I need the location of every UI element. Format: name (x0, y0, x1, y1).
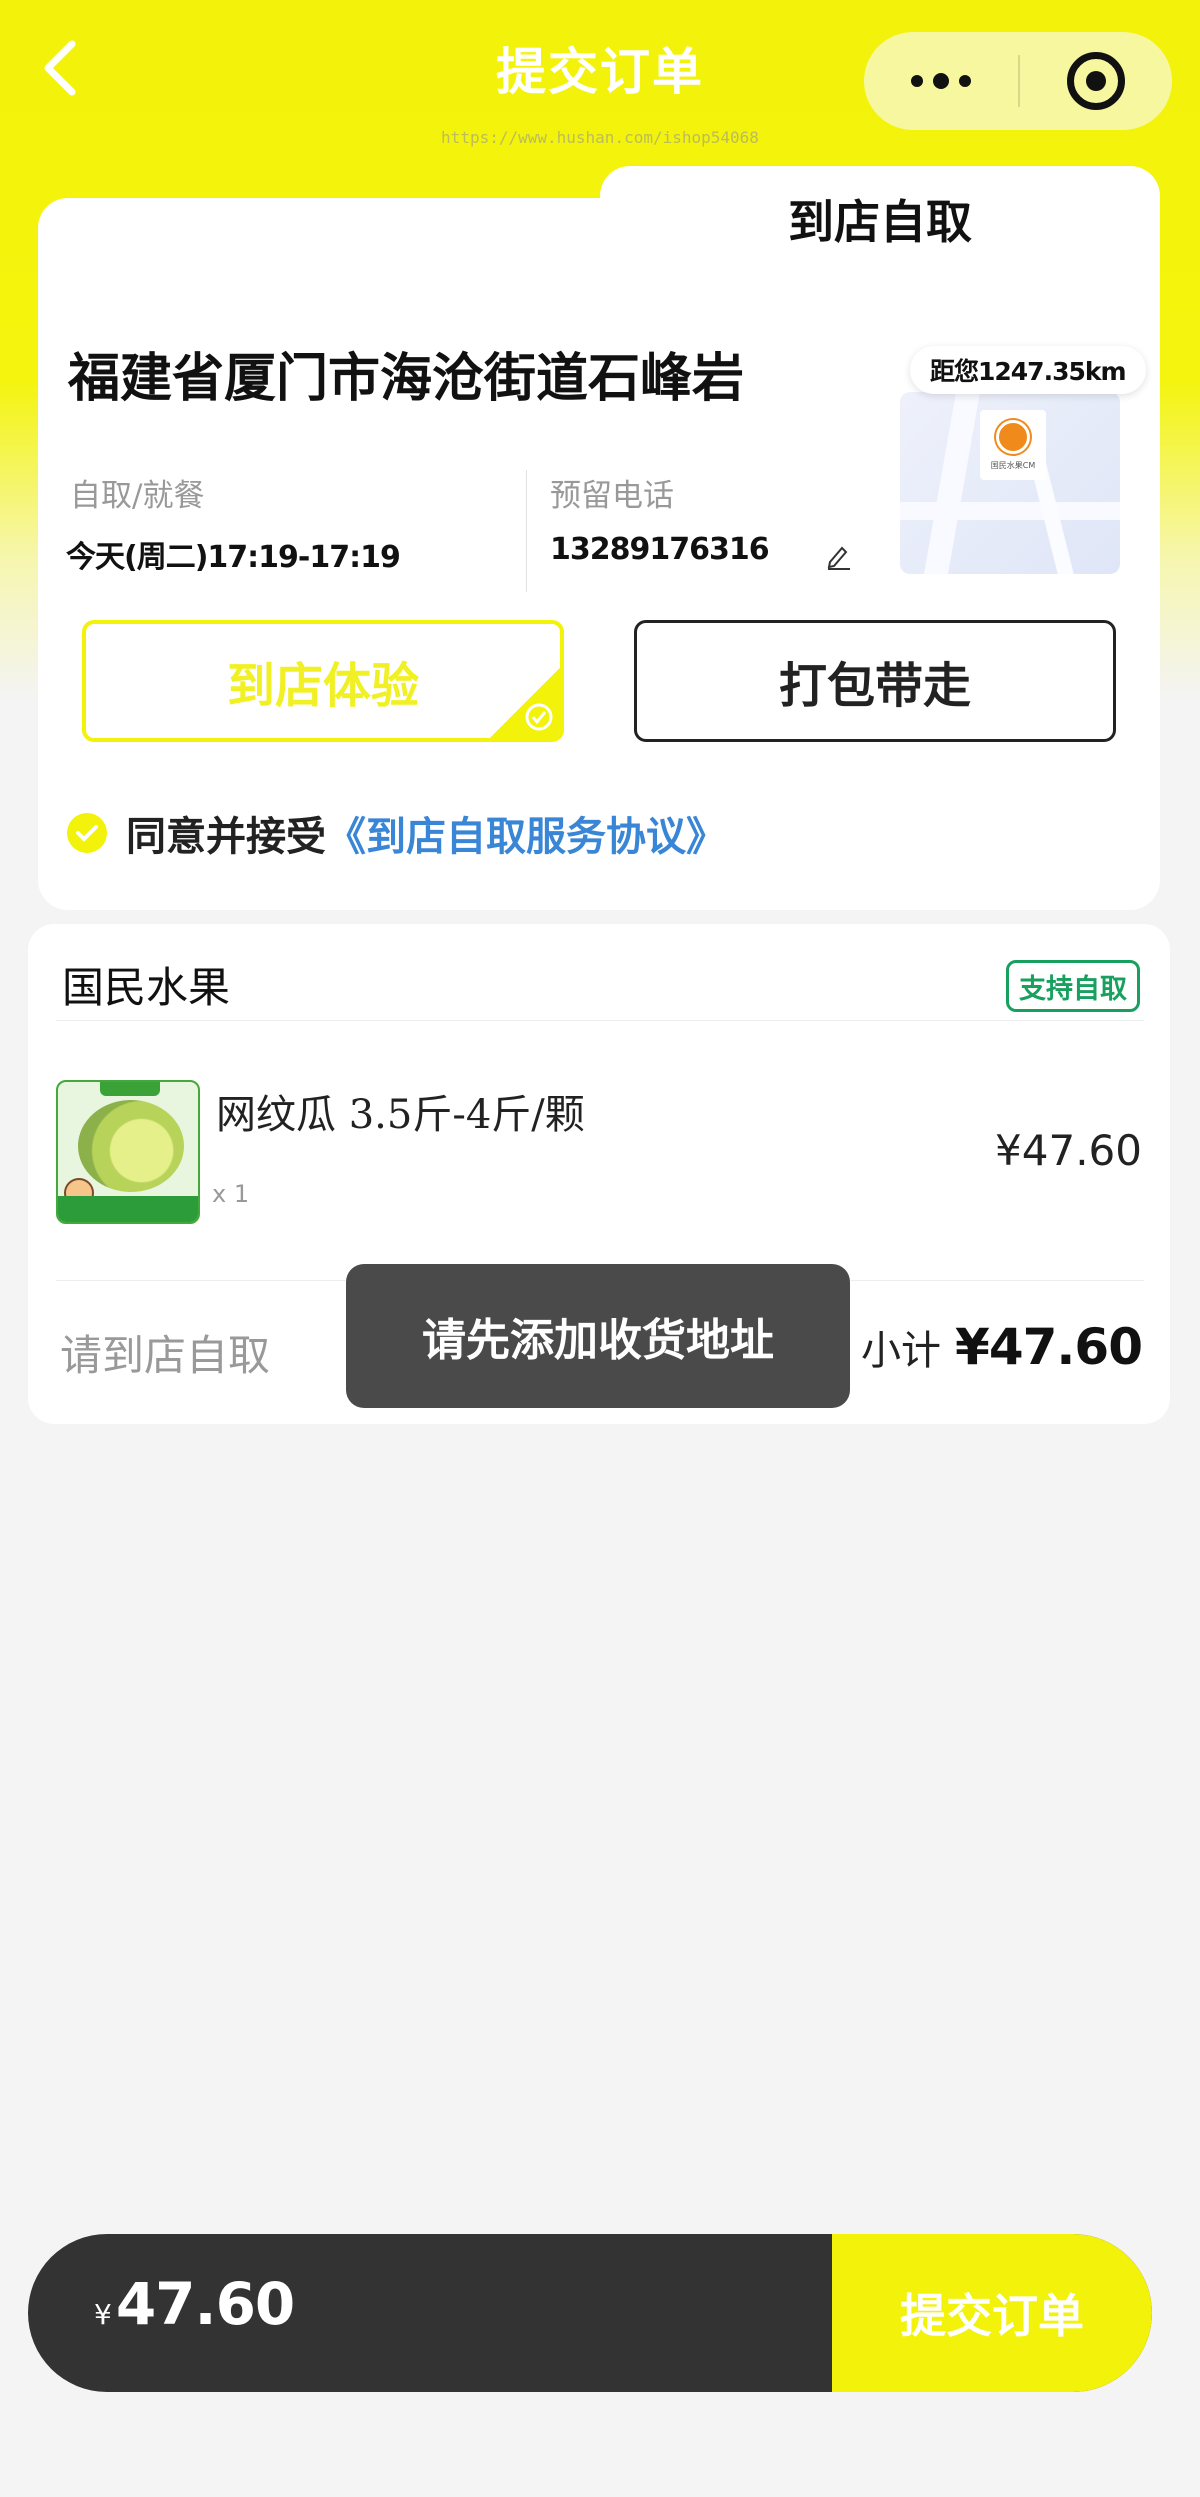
info-divider (526, 470, 527, 592)
store-logo-icon (996, 419, 1030, 454)
option-takeaway[interactable]: 打包带走 (634, 620, 1116, 742)
pickup-time-label: 自取/就餐 (70, 478, 205, 514)
phone-label: 预留电话 (550, 478, 674, 514)
pickup-time-value[interactable]: 今天(周二)17:19-17:19 (66, 532, 401, 576)
subtotal: 小计 ¥47.60 (861, 1318, 1143, 1376)
total-price: ¥ 47.60 (94, 2270, 295, 2338)
product-price: ¥47.60 (995, 1126, 1142, 1175)
phone-value[interactable]: 13289176316 (550, 532, 770, 567)
more-dots-icon[interactable] (864, 73, 1018, 89)
agree-checkbox[interactable] (66, 812, 108, 854)
pencil-icon[interactable] (824, 542, 852, 570)
option-takeaway-label: 打包带走 (778, 658, 971, 714)
subtotal-label: 小计 (861, 1328, 942, 1374)
toast-message: 请先添加收货地址 (346, 1264, 850, 1408)
option-dine-in-label: 到店体验 (226, 658, 419, 714)
submit-order-button[interactable]: 提交订单 (832, 2234, 1152, 2392)
pickup-hint: 请到店自取 (60, 1331, 271, 1380)
map-thumbnail[interactable]: 国民水果CM (900, 392, 1120, 574)
currency-symbol: ¥ (94, 2298, 112, 2331)
divider (56, 1020, 1144, 1021)
tab-pickup-label: 到店自取 (788, 195, 972, 249)
target-icon[interactable] (1020, 52, 1172, 110)
store-address: 福建省厦门市海沧街道石峰岩 (68, 348, 745, 409)
checkout-bar: ¥ 47.60 提交订单 (28, 2234, 1152, 2392)
product-quantity: x 1 (212, 1180, 250, 1208)
checkbox-checked-icon (67, 813, 107, 853)
check-icon (525, 703, 553, 731)
total-amount: 47.60 (115, 2270, 295, 2338)
product-image (56, 1080, 200, 1224)
agreement-text: 同意并接受《到店自取服务协议》 (126, 804, 726, 862)
distance-badge: 距您1247.35km (910, 346, 1146, 394)
agreement-link[interactable]: 《到店自取服务协议》 (326, 813, 726, 860)
shop-name: 国民水果 (62, 963, 231, 1012)
subtotal-value: ¥47.60 (955, 1318, 1143, 1376)
self-pickup-badge: 支持自取 (1006, 960, 1140, 1012)
map-store-label: 国民水果CM (990, 460, 1036, 470)
product-name: 网纹瓜 3.5斤-4斤/颗 (216, 1092, 585, 1138)
option-dine-in[interactable]: 到店体验 (82, 620, 564, 742)
agreement-prefix: 同意并接受 (126, 813, 326, 860)
watermark-text: https://www.hushan.com/ishop54068 (441, 128, 759, 147)
mini-program-capsule (864, 32, 1172, 130)
map-store-marker: 国民水果CM (980, 410, 1046, 480)
